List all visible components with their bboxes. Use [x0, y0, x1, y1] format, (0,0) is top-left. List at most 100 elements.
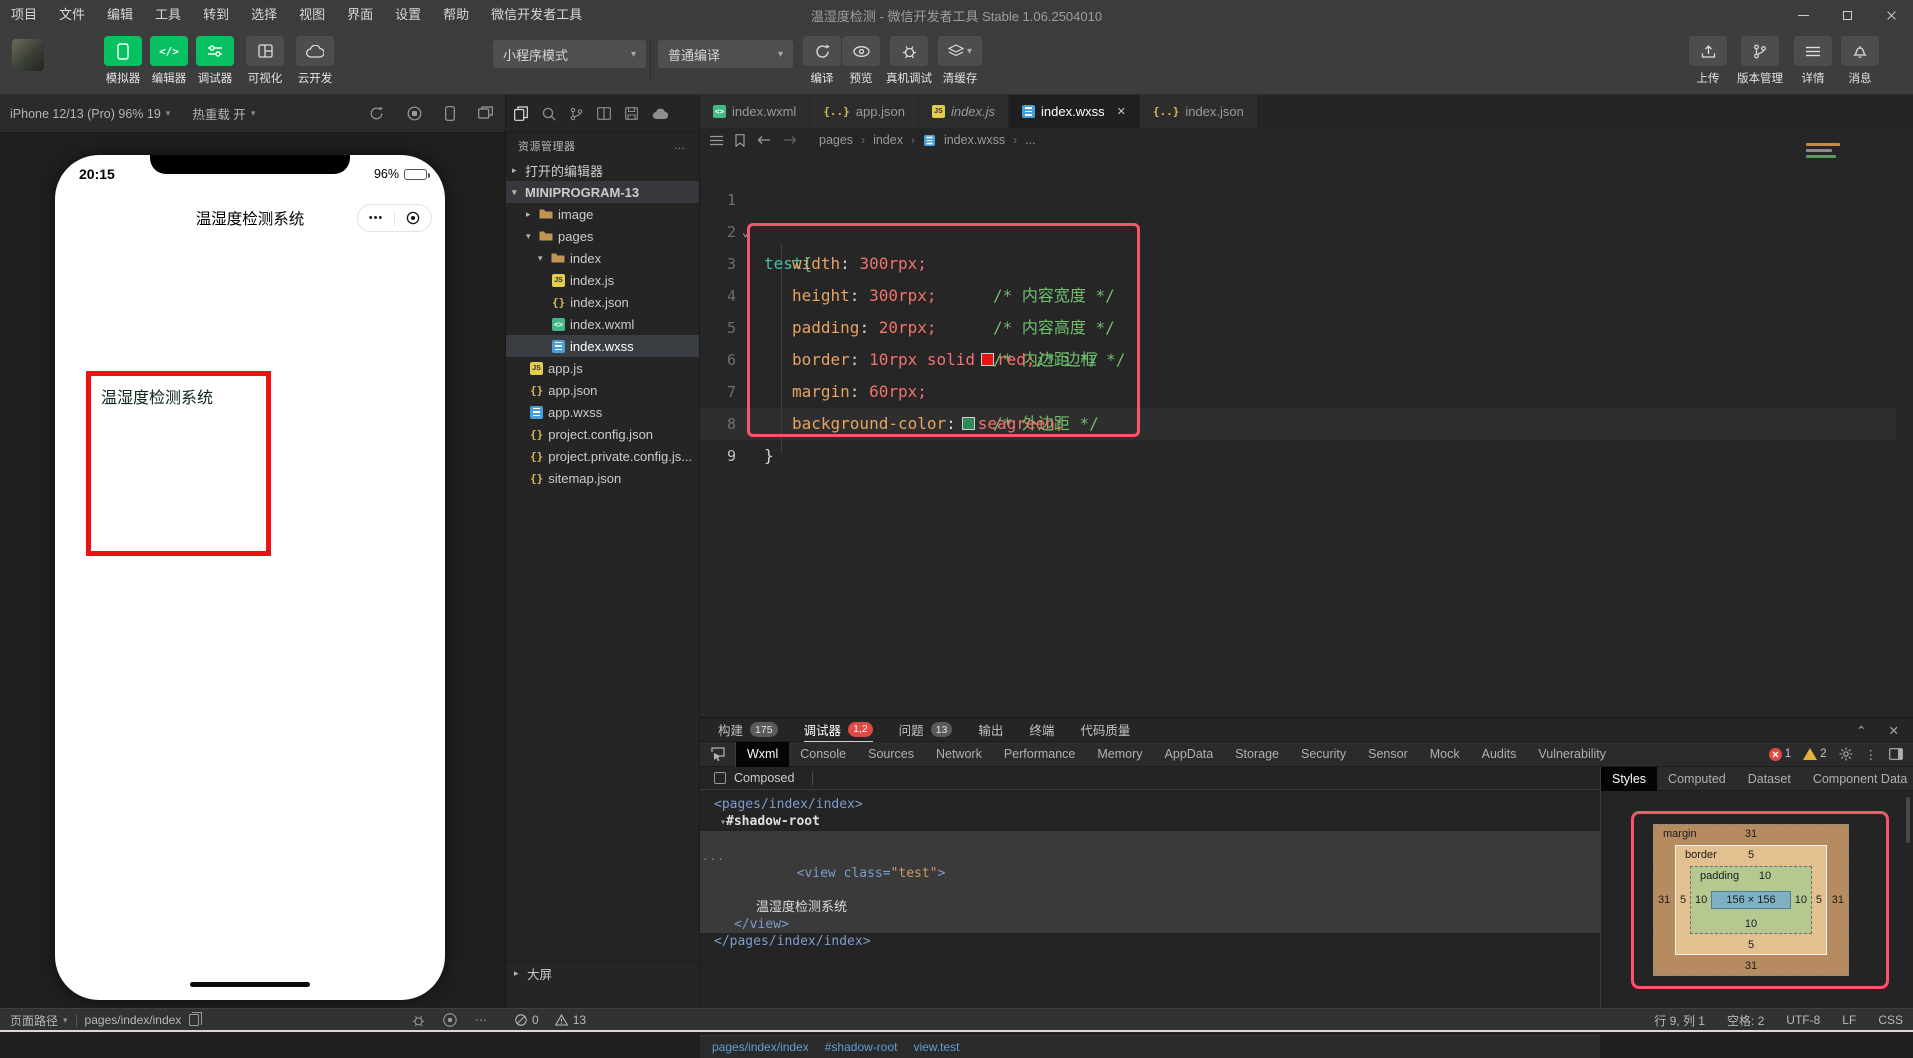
tab-app-json[interactable]: {..} app.json: [810, 95, 919, 128]
kebab-menu-icon[interactable]: ⋮: [1865, 747, 1878, 762]
capsule-menu[interactable]: •••: [357, 204, 432, 232]
vconsole-bug-icon[interactable]: [412, 1014, 425, 1027]
rotate-icon[interactable]: [369, 106, 384, 121]
tab-index-json[interactable]: {..} index.json: [1139, 95, 1258, 128]
dock-panel-icon[interactable]: [1889, 748, 1903, 760]
box-model-margin[interactable]: margin 31 31 31 31 border 5 5 5 5 paddin…: [1653, 824, 1849, 976]
test-view-box[interactable]: 温湿度检测系统: [86, 371, 271, 556]
tab-dataset[interactable]: Dataset: [1737, 767, 1802, 791]
warning-count[interactable]: 2: [1803, 748, 1827, 760]
avatar[interactable]: [12, 39, 44, 71]
compile-mode-dropdown[interactable]: 普通编译 ▾: [658, 40, 793, 68]
messages-button[interactable]: 消息: [1837, 36, 1883, 86]
explorer-item-open-editors[interactable]: ▸ 打开的编辑器: [506, 159, 699, 181]
tab-index-wxss[interactable]: index.wxss ✕: [1009, 95, 1140, 128]
tree-node-view-close[interactable]: </view>: [700, 916, 1600, 933]
back-arrow-icon[interactable]: [757, 135, 771, 145]
devtools-tab-vulnerability[interactable]: Vulnerability: [1527, 742, 1617, 767]
upload-button[interactable]: 上传: [1685, 36, 1731, 86]
menu-settings[interactable]: 设置: [384, 0, 432, 30]
tab-component-data[interactable]: Component Data: [1802, 767, 1913, 791]
menu-goto[interactable]: 转到: [192, 0, 240, 30]
explorer-item-app-wxss[interactable]: app.wxss: [506, 401, 699, 423]
save-all-icon[interactable]: [625, 107, 638, 120]
devtools-tab-memory[interactable]: Memory: [1086, 742, 1153, 767]
close-button[interactable]: [1869, 0, 1913, 30]
code-area[interactable]: 1 ⌄ test{ 2 width: 300rpx; /* 内容宽度 */ 3 …: [700, 152, 1913, 572]
explorer-item-index-json[interactable]: {} index.json: [506, 291, 699, 313]
menu-tools[interactable]: 工具: [144, 0, 192, 30]
menu-devtools[interactable]: 微信开发者工具: [480, 0, 593, 30]
big-screen-section[interactable]: ▸ 大屏: [506, 961, 699, 985]
explorer-item-project-root[interactable]: ▾ MINIPROGRAM-13: [506, 181, 699, 203]
crumb-page[interactable]: pages/index/index: [712, 1040, 809, 1054]
explorer-item-app-js[interactable]: JS app.js: [506, 357, 699, 379]
minimap[interactable]: [1806, 143, 1840, 158]
tab-index-wxml[interactable]: <> index.wxml: [700, 95, 811, 128]
hot-reload-toggle[interactable]: 热重载 开: [192, 104, 245, 123]
forward-arrow-icon[interactable]: [783, 135, 797, 145]
maximize-button[interactable]: [1825, 0, 1869, 30]
outline-icon[interactable]: [710, 135, 723, 146]
settings-gear-icon[interactable]: [1839, 747, 1853, 761]
devtools-tab-wxml[interactable]: Wxml: [736, 741, 790, 767]
scrollbar[interactable]: [1906, 797, 1910, 843]
explorer-item-image-folder[interactable]: ▸ image: [506, 203, 699, 225]
visualization-toggle[interactable]: 可视化: [242, 36, 288, 86]
remote-debug-button[interactable]: 真机调试: [886, 36, 932, 86]
simulator-toggle[interactable]: 模拟器: [100, 36, 146, 86]
language-mode[interactable]: CSS: [1878, 1013, 1903, 1027]
record-icon[interactable]: [407, 106, 422, 121]
menu-project[interactable]: 项目: [0, 0, 48, 30]
editor-toggle[interactable]: </> 编辑器: [146, 36, 192, 86]
files-icon[interactable]: [514, 106, 528, 121]
split-editor-icon[interactable]: [597, 107, 611, 120]
cloud-sync-icon[interactable]: [652, 108, 668, 120]
breadcrumb-file[interactable]: index.wxss: [944, 133, 1005, 147]
box-model-border[interactable]: border 5 5 5 5 padding 10 10 10 10 156 ×…: [1675, 845, 1827, 955]
tab-terminal[interactable]: 终端: [1029, 718, 1054, 742]
preview-button[interactable]: 预览: [838, 36, 884, 86]
menu-file[interactable]: 文件: [48, 0, 96, 30]
device-frame-icon[interactable]: [445, 106, 455, 121]
eye-toggle-icon[interactable]: [443, 1013, 457, 1027]
devtools-tab-storage[interactable]: Storage: [1224, 742, 1290, 767]
menu-select[interactable]: 选择: [240, 0, 288, 30]
collapse-panel-icon[interactable]: ⌃: [1856, 723, 1866, 738]
details-button[interactable]: 详情: [1790, 36, 1836, 86]
version-control-button[interactable]: 版本管理: [1737, 36, 1783, 86]
breadcrumb-index[interactable]: index: [873, 133, 903, 147]
devtools-tab-performance[interactable]: Performance: [993, 742, 1087, 767]
menu-view[interactable]: 视图: [288, 0, 336, 30]
indentation[interactable]: 空格: 2: [1727, 1012, 1764, 1029]
close-tab-icon[interactable]: ✕: [1117, 105, 1126, 118]
composed-checkbox[interactable]: [714, 772, 726, 784]
tree-node-page-open[interactable]: <pages/index/index>: [700, 796, 1600, 813]
close-panel-icon[interactable]: ✕: [1889, 723, 1899, 738]
tree-node-view-open[interactable]: ... <view class="test">: [700, 831, 1600, 899]
error-count[interactable]: 1: [1768, 747, 1791, 761]
bookmark-icon[interactable]: [735, 133, 745, 147]
search-icon[interactable]: [542, 107, 556, 121]
devtools-tab-network[interactable]: Network: [925, 742, 993, 767]
explorer-item-index-wxml[interactable]: <> index.wxml: [506, 313, 699, 335]
devtools-tab-sensor[interactable]: Sensor: [1357, 742, 1419, 767]
error-count[interactable]: 0: [532, 1013, 539, 1027]
tab-problems[interactable]: 问题 13: [899, 718, 953, 742]
tab-output[interactable]: 输出: [978, 718, 1003, 742]
explorer-item-project-config[interactable]: {} project.config.json: [506, 423, 699, 445]
box-model-padding[interactable]: padding 10 10 10 10 156 × 156: [1690, 866, 1812, 934]
source-control-icon[interactable]: [570, 107, 583, 121]
tab-build[interactable]: 构建 175: [718, 718, 778, 742]
copy-icon[interactable]: [189, 1012, 203, 1026]
menu-help[interactable]: 帮助: [432, 0, 480, 30]
explorer-item-sitemap[interactable]: {} sitemap.json: [506, 467, 699, 489]
device-selector[interactable]: iPhone 12/13 (Pro) 96% 19: [10, 107, 161, 121]
cloud-dev-button[interactable]: 云开发: [292, 36, 338, 86]
devtools-tab-console[interactable]: Console: [789, 742, 857, 767]
inspect-element-icon[interactable]: [700, 741, 736, 767]
devtools-tab-sources[interactable]: Sources: [857, 742, 925, 767]
warning-count[interactable]: 13: [573, 1013, 586, 1027]
tab-computed[interactable]: Computed: [1657, 767, 1737, 791]
tab-styles[interactable]: Styles: [1601, 766, 1658, 791]
